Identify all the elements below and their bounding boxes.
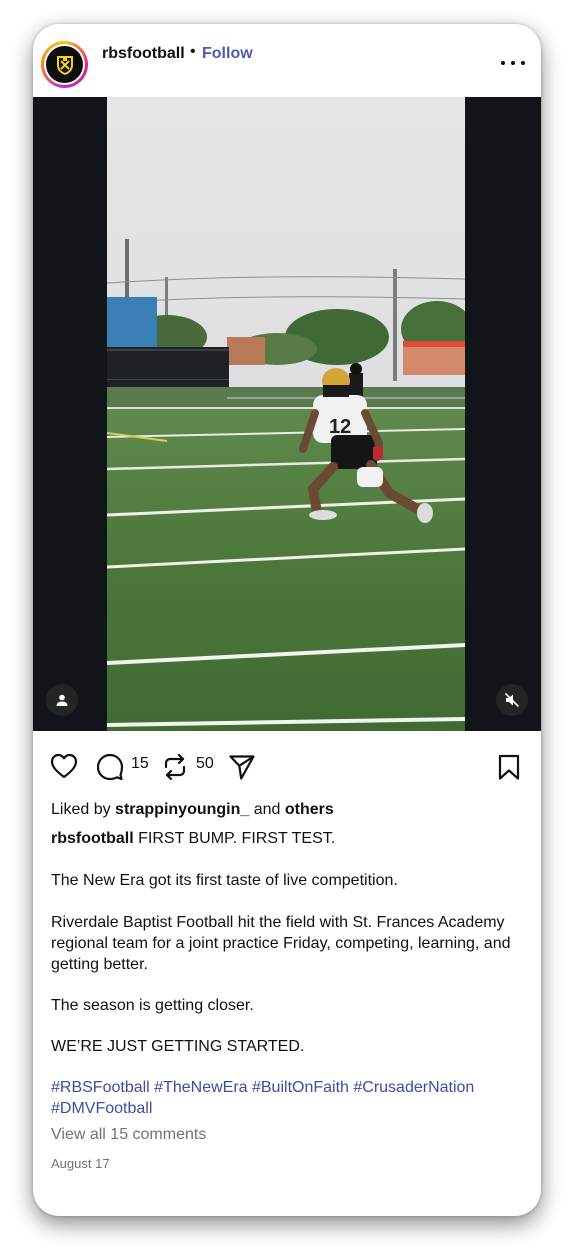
repost-icon [164,753,186,781]
likes-summary: Liked by strappinyoungin_ and others [51,799,526,820]
separator-dot: • [190,43,196,60]
comment-button[interactable] [96,753,124,786]
heart-icon [50,753,78,779]
like-button[interactable] [50,753,78,784]
username[interactable]: rbsfootball [102,45,185,63]
follow-button[interactable]: Follow [202,45,253,63]
caption-first-line: rbsfootball FIRST BUMP. FIRST TEST. [51,828,526,849]
caption-line-4: The season is getting closer. [51,997,254,1014]
liked-by-user[interactable]: strappinyoungin_ [115,801,249,818]
jersey-number: 12 [329,416,351,438]
person-icon [56,694,68,706]
save-button[interactable] [497,753,521,786]
likes-others-link[interactable]: others [285,801,334,818]
speaker-muted-icon [504,692,520,708]
likes-prefix: Liked by [51,801,111,818]
caption-hashtags[interactable]: #RBSFootball #TheNewEra #BuiltOnFaith #C… [51,1077,491,1119]
mute-toggle-button[interactable] [496,684,528,716]
repost-button[interactable] [161,753,189,786]
user-tag-button[interactable] [46,684,78,716]
caption-line-2: The New Era got its first taste of live … [51,872,398,889]
caption-line-1: FIRST BUMP. FIRST TEST. [138,830,336,847]
paper-plane-icon [229,755,255,780]
likes-middle: and [253,801,281,818]
post-actions-bar: 15 50 [33,731,541,791]
football-practice-video-image: 12 [107,97,465,731]
comment-bubble-icon [96,753,124,781]
crusader-shield-logo-icon [56,55,73,75]
view-comments-link[interactable]: View all 15 comments [51,1124,526,1145]
post-media[interactable]: 12 [33,97,541,731]
post-card: rbsfootball • Follow 12 15 50 Liked by s… [33,24,541,1216]
post-header: rbsfootball • Follow [33,24,541,97]
comment-count: 15 [131,755,149,772]
bookmark-icon [498,754,520,780]
post-date: August 17 [51,1156,110,1171]
caption-author[interactable]: rbsfootball [51,830,134,847]
video-frame[interactable]: 12 [107,97,465,731]
repost-count: 50 [196,755,214,772]
caption-line-5: WE’RE JUST GETTING STARTED. [51,1038,305,1055]
avatar[interactable] [41,41,88,88]
caption-line-3: Riverdale Baptist Football hit the field… [51,914,511,973]
share-button[interactable] [228,753,256,786]
more-options-icon[interactable] [501,54,525,72]
